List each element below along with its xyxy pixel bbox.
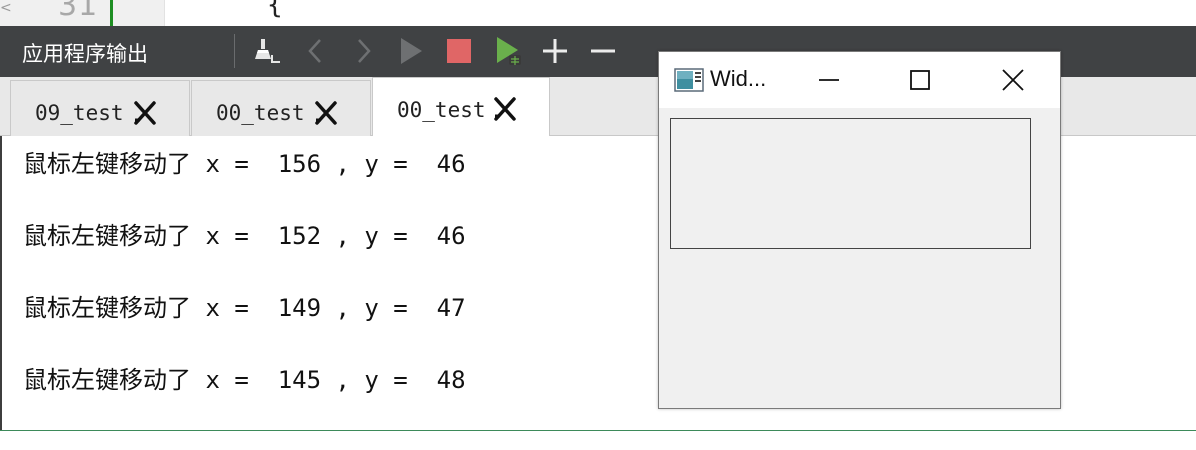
previous-button[interactable] — [300, 35, 332, 67]
chevron-right-icon — [358, 39, 371, 63]
tab-label: 00_test — [397, 98, 486, 122]
close-icon — [1002, 69, 1024, 91]
play-icon — [401, 38, 422, 64]
code-line[interactable]: { — [267, 0, 283, 20]
clear-output-button[interactable] — [250, 35, 282, 67]
output-line: 鼠标左键移动了 x = 152 , y = 46 — [23, 222, 466, 250]
broom-icon — [255, 39, 280, 63]
tab-label: 09_test — [35, 101, 124, 125]
next-button[interactable] — [347, 35, 379, 67]
change-marker — [110, 0, 113, 26]
chevron-left-icon — [308, 39, 321, 63]
below-area — [0, 431, 1196, 450]
tab-label: 00_test — [216, 101, 305, 125]
run-button[interactable] — [395, 35, 427, 67]
debug-run-button[interactable] — [492, 35, 524, 67]
code-editor-strip: < 31 { — [0, 0, 1196, 26]
close-tab-icon[interactable] — [131, 100, 159, 126]
zoom-out-button[interactable] — [587, 35, 619, 67]
widget-window[interactable]: Wid... — [658, 51, 1061, 409]
line-number-gutter: < 31 — [0, 0, 165, 26]
close-button[interactable] — [990, 60, 1036, 100]
output-line: 鼠标左键移动了 x = 156 , y = 46 — [23, 150, 466, 178]
output-line: 鼠标左键移动了 x = 145 , y = 48 — [23, 366, 466, 394]
tab-00-test[interactable]: 00_test — [191, 80, 371, 137]
window-titlebar[interactable]: Wid... — [659, 52, 1060, 108]
zoom-in-button[interactable] — [539, 35, 571, 67]
stop-icon — [447, 39, 471, 63]
line-number: 31 — [58, 0, 99, 23]
stop-button[interactable] — [443, 35, 475, 67]
debug-play-icon — [497, 37, 521, 65]
inner-widget-frame[interactable] — [670, 118, 1031, 249]
toolbar-separator — [234, 34, 235, 68]
fold-marker-icon[interactable]: < — [0, 0, 12, 16]
minus-icon — [591, 49, 615, 53]
qt-app-icon — [674, 68, 704, 92]
tab-00-test-active[interactable]: 00_test — [372, 77, 550, 137]
window-title: Wid... — [710, 66, 767, 91]
tab-09-test[interactable]: 09_test — [10, 80, 190, 137]
panel-title: 应用程序输出 — [22, 42, 148, 66]
minimize-button[interactable] — [806, 60, 852, 100]
close-tab-icon[interactable] — [312, 100, 340, 126]
minimize-icon — [819, 79, 839, 81]
output-line: 鼠标左键移动了 x = 149 , y = 47 — [23, 294, 466, 322]
maximize-button[interactable] — [897, 60, 943, 100]
maximize-icon — [910, 70, 930, 90]
plus-icon — [543, 39, 567, 63]
close-tab-icon[interactable] — [491, 96, 519, 122]
